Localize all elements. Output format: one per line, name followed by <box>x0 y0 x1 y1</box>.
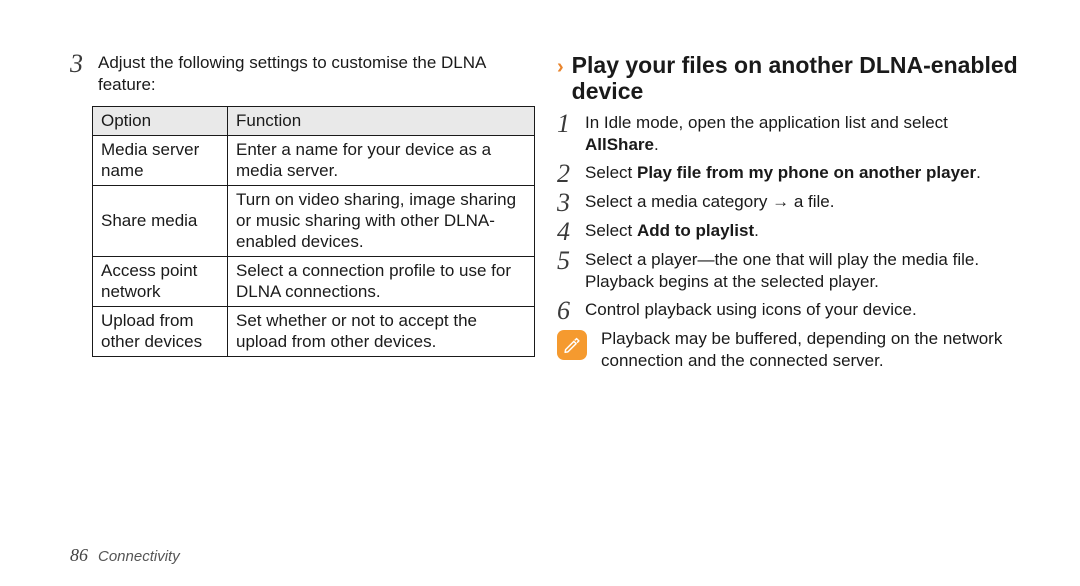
left-column: 3 Adjust the following settings to custo… <box>70 52 547 586</box>
step-text: Select a media category → a file. <box>581 191 1024 213</box>
page-root: 3 Adjust the following settings to custo… <box>0 0 1080 586</box>
function-cell: Turn on video sharing, image sharing or … <box>228 186 535 257</box>
step-3-right: 3 Select a media category → a file. <box>557 191 1024 214</box>
function-cell: Select a connection profile to use for D… <box>228 257 535 307</box>
section-name: Connectivity <box>98 548 180 565</box>
step-number: 4 <box>557 220 581 243</box>
step-number: 5 <box>557 249 581 272</box>
step-5: 5 Select a player—the one that will play… <box>557 249 1024 293</box>
section-title: Play your files on another DLNA-enabled … <box>572 52 1024 104</box>
step-number: 3 <box>557 191 581 214</box>
option-cell: Media server name <box>93 136 228 186</box>
option-cell: Share media <box>93 186 228 257</box>
step-4: 4 Select Add to playlist. <box>557 220 1024 243</box>
note-icon <box>557 330 587 360</box>
pencil-note-icon <box>561 334 583 356</box>
chevron-right-icon: › <box>557 52 572 80</box>
note-text: Playback may be buffered, depending on t… <box>601 328 1024 372</box>
step-number: 1 <box>557 112 581 135</box>
step-number: 3 <box>70 52 94 75</box>
col-header-function: Function <box>228 107 535 136</box>
function-cell: Set whether or not to accept the upload … <box>228 307 535 357</box>
step-number: 6 <box>557 299 581 322</box>
dlna-options-table: Option Function Media server name Enter … <box>92 106 535 357</box>
table-row: Upload from other devices Set whether or… <box>93 307 535 357</box>
step-text: Select Add to playlist. <box>581 220 1024 242</box>
step-6: 6 Control playback using icons of your d… <box>557 299 1024 322</box>
page-number: 86 <box>70 545 88 566</box>
right-column: › Play your files on another DLNA-enable… <box>547 52 1024 586</box>
step-text: Adjust the following settings to customi… <box>94 52 513 96</box>
table-row: Access point network Select a connection… <box>93 257 535 307</box>
step-2: 2 Select Play file from my phone on anot… <box>557 162 1024 185</box>
section-heading: › Play your files on another DLNA-enable… <box>557 52 1024 104</box>
option-cell: Upload from other devices <box>93 307 228 357</box>
step-text: Control playback using icons of your dev… <box>581 299 1024 321</box>
step-text: Select a player—the one that will play t… <box>581 249 1024 293</box>
step-number: 2 <box>557 162 581 185</box>
page-footer: 86 Connectivity <box>70 545 180 566</box>
table-row: Share media Turn on video sharing, image… <box>93 186 535 257</box>
step-text: In Idle mode, open the application list … <box>581 112 1024 156</box>
option-cell: Access point network <box>93 257 228 307</box>
col-header-option: Option <box>93 107 228 136</box>
note: Playback may be buffered, depending on t… <box>557 328 1024 372</box>
table-header-row: Option Function <box>93 107 535 136</box>
table-row: Media server name Enter a name for your … <box>93 136 535 186</box>
step-3: 3 Adjust the following settings to custo… <box>70 52 513 96</box>
function-cell: Enter a name for your device as a media … <box>228 136 535 186</box>
step-1: 1 In Idle mode, open the application lis… <box>557 112 1024 156</box>
step-text: Select Play file from my phone on anothe… <box>581 162 1024 184</box>
